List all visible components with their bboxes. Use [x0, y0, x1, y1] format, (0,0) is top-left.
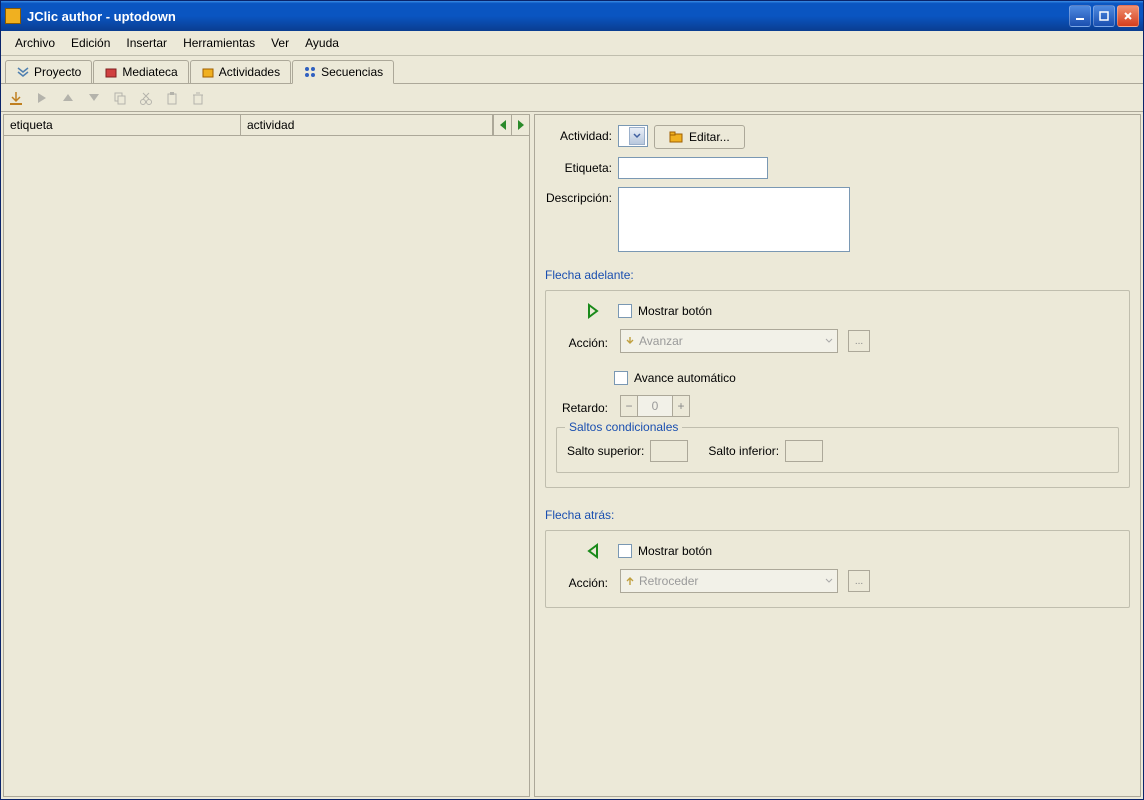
tab-secuencias[interactable]: Secuencias	[292, 60, 394, 84]
paste-icon[interactable]	[163, 89, 181, 107]
back-mostrar-label: Mostrar botón	[638, 544, 712, 558]
copy-icon[interactable]	[111, 89, 129, 107]
insert-button[interactable]	[7, 89, 25, 107]
retardo-value: 0	[638, 395, 672, 417]
back-arrow-icon	[586, 543, 600, 559]
down-arrow-icon[interactable]	[85, 89, 103, 107]
chevron-down-icon	[629, 127, 645, 145]
cut-icon[interactable]	[137, 89, 155, 107]
menu-herramientas[interactable]: Herramientas	[175, 33, 263, 53]
minus-button[interactable]: −	[620, 395, 638, 417]
document-icon	[16, 65, 30, 79]
saltos-title: Saltos condicionales	[565, 420, 682, 434]
folder-icon	[201, 65, 215, 79]
play-icon[interactable]	[33, 89, 51, 107]
back-accion-label: Acción:	[556, 572, 614, 590]
back-mostrar-checkbox[interactable]	[618, 544, 632, 558]
minimize-button[interactable]	[1069, 5, 1091, 27]
tab-mediateca[interactable]: Mediateca	[93, 60, 188, 83]
salto-inferior-label: Salto inferior:	[708, 444, 779, 458]
plus-button[interactable]: +	[672, 395, 690, 417]
back-title: Flecha atrás:	[545, 508, 1130, 522]
up-arrow-small-icon	[625, 576, 635, 586]
descripcion-label: Descripción:	[545, 187, 618, 205]
tab-label: Proyecto	[34, 65, 81, 79]
chevron-down-icon	[825, 338, 833, 344]
down-arrow-small-icon	[625, 336, 635, 346]
salto-inferior-input[interactable]	[785, 440, 823, 462]
etiqueta-input[interactable]	[618, 157, 768, 179]
toolbar	[1, 84, 1143, 112]
forward-arrow-icon	[586, 303, 600, 319]
forward-auto-label: Avance automático	[634, 371, 736, 385]
forward-mostrar-label: Mostrar botón	[638, 304, 712, 318]
column-etiqueta[interactable]: etiqueta	[4, 115, 241, 135]
tab-label: Actividades	[219, 65, 280, 79]
editar-button[interactable]: Editar...	[654, 125, 745, 149]
forward-mostrar-checkbox[interactable]	[618, 304, 632, 318]
close-button[interactable]	[1117, 5, 1139, 27]
forward-auto-checkbox[interactable]	[614, 371, 628, 385]
actividad-label: Actividad:	[545, 125, 618, 143]
list-body[interactable]	[4, 136, 529, 796]
maximize-button[interactable]	[1093, 5, 1115, 27]
retardo-spinner[interactable]: − 0 +	[620, 395, 690, 417]
back-accion-more-button[interactable]: ...	[848, 570, 870, 592]
tab-proyecto[interactable]: Proyecto	[5, 60, 92, 83]
delete-icon[interactable]	[189, 89, 207, 107]
box-icon	[104, 65, 118, 79]
menu-insertar[interactable]: Insertar	[118, 33, 175, 53]
app-icon	[5, 8, 21, 24]
properties-panel: Actividad: Editar... Etiqueta: Descripci…	[534, 114, 1141, 797]
actividad-dropdown[interactable]	[618, 125, 648, 147]
forward-accion-select[interactable]: Avanzar	[620, 329, 838, 353]
tab-actividades[interactable]: Actividades	[190, 60, 291, 83]
menu-edicion[interactable]: Edición	[63, 33, 118, 53]
forward-accion-label: Acción:	[556, 332, 614, 350]
menu-archivo[interactable]: Archivo	[7, 33, 63, 53]
titlebar: JClic author - uptodown	[1, 1, 1143, 31]
chevron-down-icon	[825, 578, 833, 584]
tab-label: Mediateca	[122, 65, 177, 79]
back-section: Mostrar botón Acción: Retroceder ...	[545, 530, 1130, 608]
menu-ayuda[interactable]: Ayuda	[297, 33, 347, 53]
salto-superior-input[interactable]	[650, 440, 688, 462]
tab-label: Secuencias	[321, 65, 383, 79]
back-accion-value: Retroceder	[639, 574, 698, 588]
editar-label: Editar...	[689, 130, 730, 144]
etiqueta-label: Etiqueta:	[545, 157, 618, 175]
sequence-list: etiqueta actividad	[3, 114, 530, 797]
menu-ver[interactable]: Ver	[263, 33, 297, 53]
sequence-icon	[303, 65, 317, 79]
forward-accion-value: Avanzar	[639, 334, 683, 348]
menubar: Archivo Edición Insertar Herramientas Ve…	[1, 31, 1143, 56]
forward-section: Mostrar botón Acción: Avanzar ... Avance…	[545, 290, 1130, 488]
column-actividad[interactable]: actividad	[241, 115, 493, 135]
retardo-label: Retardo:	[556, 397, 614, 415]
prev-button[interactable]	[493, 115, 511, 135]
back-accion-select[interactable]: Retroceder	[620, 569, 838, 593]
window-title: JClic author - uptodown	[27, 9, 1069, 24]
descripcion-textarea[interactable]	[618, 187, 850, 252]
forward-accion-more-button[interactable]: ...	[848, 330, 870, 352]
tabbar: Proyecto Mediateca Actividades Secuencia…	[1, 56, 1143, 84]
saltos-fieldset: Saltos condicionales Salto superior: Sal…	[556, 427, 1119, 473]
forward-title: Flecha adelante:	[545, 268, 1130, 282]
up-arrow-icon[interactable]	[59, 89, 77, 107]
salto-superior-label: Salto superior:	[567, 444, 644, 458]
next-button[interactable]	[511, 115, 529, 135]
folder-icon	[669, 131, 683, 143]
